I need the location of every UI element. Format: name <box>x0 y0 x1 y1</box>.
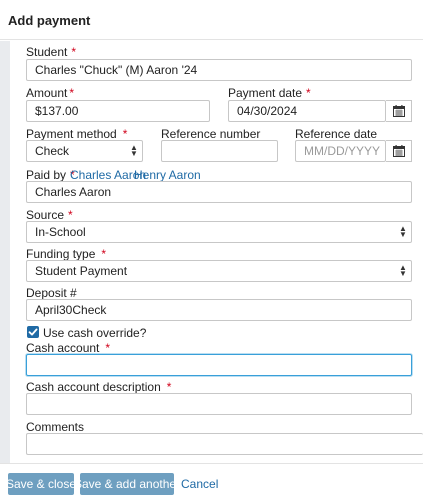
source-label: Source * <box>26 208 73 222</box>
required-mark: * <box>105 341 111 355</box>
chevron-updown-icon: ▲ ▼ <box>399 263 407 278</box>
required-mark: * <box>122 127 128 141</box>
payment-method-label-text: Payment method <box>26 127 117 141</box>
student-value: Charles "Chuck" (M) Aaron '24 <box>35 63 198 77</box>
required-mark: * <box>101 247 107 261</box>
cash-account-label-text: Cash account <box>26 341 100 355</box>
dialog-footer: Save & close Save & add another Cancel <box>0 463 423 500</box>
source-value: In-School <box>35 225 86 239</box>
deposit-label: Deposit # <box>26 286 77 300</box>
funding-type-value: Student Payment <box>35 264 128 278</box>
deposit-field[interactable]: April30Check <box>26 299 412 321</box>
paid-by-label-text: Paid by <box>26 168 67 182</box>
paid-by-value: Charles Aaron <box>35 185 112 199</box>
cash-account-description-label-text: Cash account description <box>26 380 161 394</box>
payment-method-value: Check <box>35 144 70 158</box>
cash-override-checkbox[interactable] <box>27 326 39 338</box>
payment-method-label: Payment method * <box>26 127 127 141</box>
cash-account-description-label: Cash account description * <box>26 380 171 394</box>
payment-date-label-text: Payment date <box>228 86 303 100</box>
comments-label: Comments <box>26 420 85 434</box>
amount-value: $137.00 <box>35 104 79 118</box>
comments-field[interactable] <box>26 433 423 455</box>
payment-date-field[interactable]: 04/30/2024 <box>228 100 386 122</box>
payment-method-select[interactable]: Check ▲ ▼ <box>26 140 143 162</box>
amount-label-text: Amount <box>26 86 68 100</box>
calendar-icon <box>392 105 405 117</box>
reference-number-label: Reference number <box>161 127 261 141</box>
cancel-link[interactable]: Cancel <box>181 477 218 491</box>
deposit-value: April30Check <box>35 303 107 317</box>
student-field[interactable]: Charles "Chuck" (M) Aaron '24 <box>26 59 412 81</box>
cash-account-label: Cash account * <box>26 341 110 355</box>
amount-field[interactable]: $137.00 <box>26 100 210 122</box>
funding-type-label: Funding type * <box>26 247 106 261</box>
cash-account-field[interactable] <box>26 354 412 376</box>
payment-date-value: 04/30/2024 <box>237 104 298 118</box>
paid-by-label: Paid by * <box>26 168 75 182</box>
chevron-updown-icon: ▲ ▼ <box>399 224 407 239</box>
payment-date-calendar-button[interactable] <box>386 100 412 122</box>
amount-label: Amount * <box>26 86 74 100</box>
student-label-text: Student <box>26 45 68 59</box>
required-mark: * <box>68 208 73 222</box>
cash-account-description-field[interactable] <box>26 393 412 415</box>
required-mark: * <box>71 45 77 59</box>
reference-date-placeholder: MM/DD/YYYY <box>304 144 381 158</box>
reference-date-calendar-button[interactable] <box>386 140 412 162</box>
reference-date-field[interactable]: MM/DD/YYYY <box>295 140 386 162</box>
reference-date-label: Reference date <box>295 127 378 141</box>
chevron-updown-icon: ▲ ▼ <box>130 143 138 158</box>
source-label-text: Source <box>26 208 65 222</box>
checkmark-icon <box>28 328 38 336</box>
required-mark: * <box>306 86 311 100</box>
student-label: Student * <box>26 45 76 59</box>
paid-by-link-henry[interactable]: Henry Aaron <box>134 168 201 182</box>
payment-form: Student * Charles "Chuck" (M) Aaron '24 A… <box>0 0 423 462</box>
cash-override-label[interactable]: Use cash override? <box>43 326 146 340</box>
calendar-icon <box>392 145 405 157</box>
payment-date-label: Payment date * <box>228 86 311 100</box>
save-add-another-button[interactable]: Save & add another <box>74 473 180 495</box>
save-close-button[interactable]: Save & close <box>6 473 76 495</box>
required-mark: * <box>69 86 75 100</box>
source-select[interactable]: In-School ▲ ▼ <box>26 221 412 243</box>
required-mark: * <box>166 380 172 394</box>
funding-type-select[interactable]: Student Payment ▲ ▼ <box>26 260 412 282</box>
funding-type-label-text: Funding type <box>26 247 96 261</box>
reference-number-field[interactable] <box>161 140 278 162</box>
paid-by-field[interactable]: Charles Aaron <box>26 181 412 203</box>
